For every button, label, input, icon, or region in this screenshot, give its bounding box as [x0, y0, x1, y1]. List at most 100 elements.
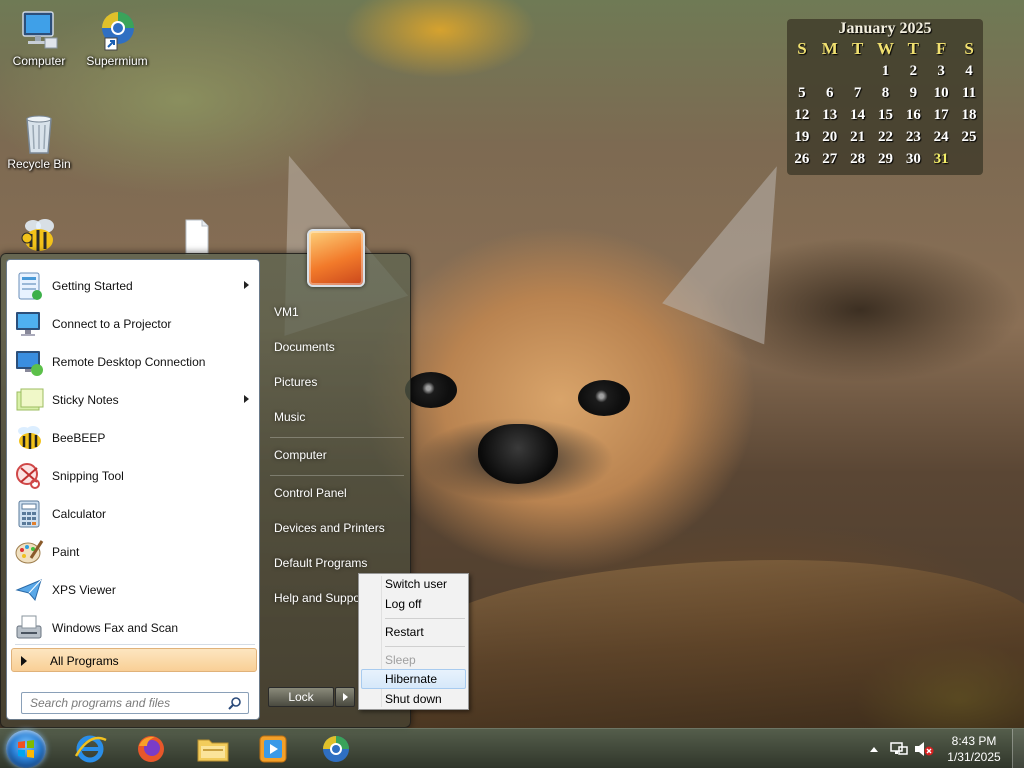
start-right-item-control-panel[interactable]: Control Panel	[264, 479, 408, 507]
search-icon[interactable]	[228, 696, 242, 710]
menu-separator	[385, 646, 465, 647]
start-right-item-documents[interactable]: Documents	[264, 333, 408, 361]
calendar-day: 21	[850, 128, 866, 145]
start-right-item-vm1[interactable]: VM1	[264, 298, 408, 326]
submenu-arrow-icon[interactable]	[244, 395, 249, 403]
lock-button[interactable]: Lock	[268, 687, 334, 707]
program-xps-viewer[interactable]: XPS Viewer	[11, 572, 257, 608]
calendar-weekday: T	[907, 39, 919, 58]
program-label: Snipping Tool	[52, 469, 124, 483]
supermium-icon	[102, 12, 134, 51]
firefox-icon[interactable]	[133, 732, 169, 766]
calendar-day: 6	[826, 84, 834, 101]
program-snipping-tool[interactable]: Snipping Tool	[11, 458, 257, 494]
calendar-day: 30	[905, 150, 921, 167]
media-player-icon[interactable]	[255, 732, 291, 766]
taskbar: 8:43 PM 1/31/2025	[0, 728, 1024, 768]
calendar-day: 4	[965, 62, 973, 79]
start-right-item-pictures[interactable]: Pictures	[264, 368, 408, 396]
network-icon[interactable]	[890, 741, 908, 757]
program-remote-desktop[interactable]: Remote Desktop Connection	[11, 344, 257, 380]
program-connect-projector[interactable]: Connect to a Projector	[11, 306, 257, 342]
start-right-item-devices-printers[interactable]: Devices and Printers	[264, 514, 408, 542]
calendar-day: 28	[850, 150, 866, 167]
program-label: Getting Started	[52, 279, 133, 293]
desktop-icon-label: Recycle Bin	[7, 157, 71, 171]
submenu-arrow-icon[interactable]	[244, 281, 249, 289]
program-paint[interactable]: Paint	[11, 534, 257, 570]
program-fax-scan[interactable]: Windows Fax and Scan	[11, 610, 257, 646]
search-input[interactable]	[22, 693, 222, 713]
remote-desktop-icon	[16, 351, 43, 376]
calendar-day	[955, 148, 983, 170]
program-getting-started[interactable]: Getting Started	[11, 268, 257, 304]
projector-icon	[16, 312, 40, 336]
desktop-icon-recycle-bin[interactable]: Recycle Bin	[1, 111, 77, 171]
arrow-right-icon	[343, 693, 348, 701]
computer-icon	[22, 11, 58, 49]
menu-item-hibernate[interactable]: Hibernate	[361, 669, 466, 689]
program-calculator[interactable]: Calculator	[11, 496, 257, 532]
program-label: Windows Fax and Scan	[52, 621, 179, 635]
desktop-icon-supermium[interactable]: Supermium	[79, 8, 155, 68]
calendar-day: 27	[822, 150, 838, 167]
beebeep-icon	[21, 219, 54, 251]
calendar-day: 15	[877, 106, 893, 123]
menu-item-shut-down[interactable]: Shut down	[361, 689, 466, 709]
shutdown-options-button[interactable]	[335, 687, 355, 707]
calendar-day: 2	[909, 62, 918, 79]
calendar-weekday: W	[876, 39, 894, 58]
calendar-day: 18	[961, 106, 977, 123]
calendar-week: 5 6 7 8 9 10 11	[788, 82, 983, 104]
fax-scan-icon	[16, 615, 42, 639]
calendar-day: 8	[881, 84, 890, 101]
show-hidden-icons-icon[interactable]	[870, 745, 878, 753]
volume-muted-icon[interactable]	[914, 741, 934, 757]
wallpaper-fox-ear-right	[662, 145, 828, 345]
program-label: Connect to a Projector	[52, 317, 172, 331]
program-beebeep[interactable]: BeeBEEP	[11, 420, 257, 456]
calendar-weekday: M	[821, 39, 838, 58]
calendar-day: 25	[961, 128, 977, 145]
program-sticky-notes[interactable]: Sticky Notes	[11, 382, 257, 418]
calendar-week: 1 2 3 4	[788, 60, 983, 82]
calendar-title: January 2025	[838, 20, 932, 37]
desktop-icon-label: Computer	[12, 54, 66, 68]
calendar-day	[844, 60, 872, 82]
arrow-right-icon	[21, 656, 27, 666]
start-button[interactable]	[6, 730, 46, 768]
supermium-icon[interactable]	[318, 732, 354, 766]
calendar-grid: S M T W T F S 1 2 3 4 5 6 7 8 9 10 11 12…	[788, 38, 983, 170]
calendar-gadget: January 2025 S M T W T F S 1 2 3 4 5 6 7…	[787, 19, 983, 175]
internet-explorer-icon[interactable]	[72, 732, 108, 766]
file-explorer-icon[interactable]	[195, 732, 231, 766]
calendar-day: 22	[877, 128, 893, 145]
show-desktop-button[interactable]	[1012, 729, 1024, 768]
program-label: Sticky Notes	[52, 393, 119, 407]
menu-item-log-off[interactable]: Log off	[361, 594, 466, 614]
wallpaper-log	[400, 560, 1024, 728]
calendar-day: 12	[794, 106, 810, 123]
calendar-day: 20	[822, 128, 838, 145]
calendar-week: 12 13 14 15 16 17 18	[788, 104, 983, 126]
all-programs-button[interactable]: All Programs	[11, 648, 257, 672]
calendar-day: 26	[794, 150, 810, 167]
all-programs-label: All Programs	[50, 654, 119, 668]
menu-item-restart[interactable]: Restart	[361, 622, 466, 642]
calendar-day: 13	[822, 106, 838, 123]
menu-item-sleep: Sleep	[385, 653, 416, 667]
program-label: BeeBEEP	[52, 431, 106, 445]
program-label: Calculator	[52, 507, 107, 521]
calendar-weekday: T	[851, 39, 864, 58]
user-picture-icon[interactable]	[307, 229, 365, 287]
start-right-item-music[interactable]: Music	[264, 403, 408, 431]
start-right-item-computer[interactable]: Computer	[264, 441, 408, 469]
desktop-icon-computer[interactable]: Computer	[1, 8, 77, 68]
calendar-day: 23	[905, 128, 921, 145]
taskbar-clock[interactable]: 8:43 PM 1/31/2025	[940, 733, 1008, 765]
calendar-day	[816, 60, 844, 82]
calendar-day: 1	[881, 62, 890, 79]
search-box[interactable]	[21, 692, 249, 714]
windows-logo-icon	[18, 740, 34, 758]
menu-item-switch-user[interactable]: Switch user	[361, 574, 466, 594]
